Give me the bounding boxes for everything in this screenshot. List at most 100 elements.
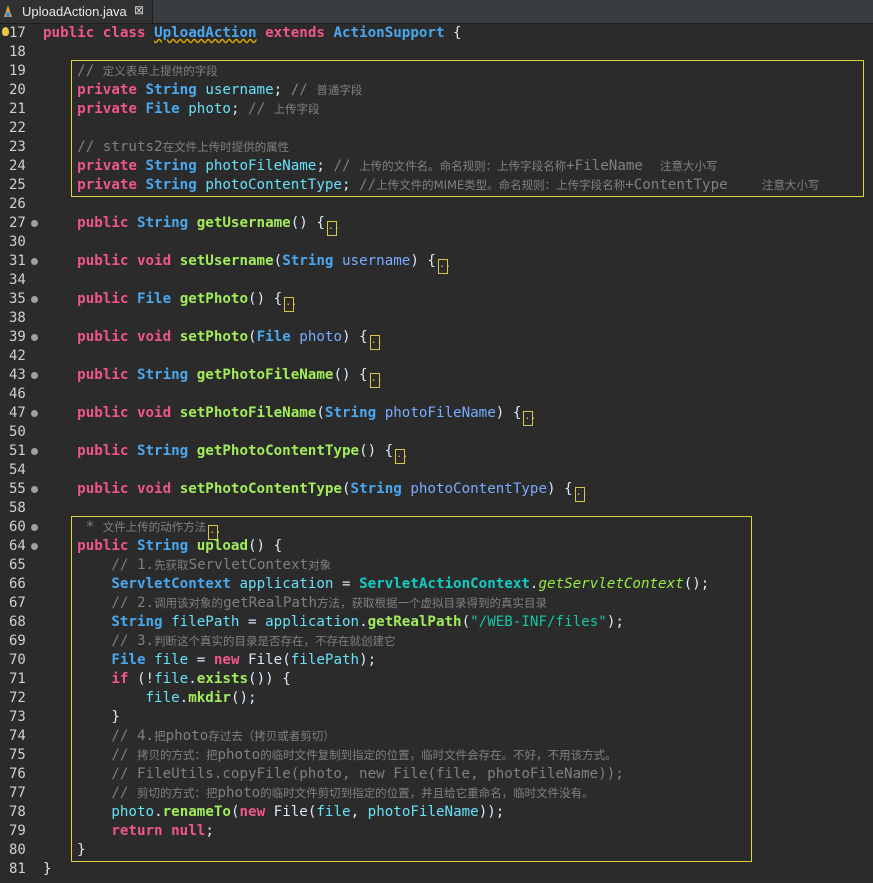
code-line[interactable]: ServletContext application = ServletActi… [43, 575, 709, 594]
code-line[interactable]: } [43, 708, 120, 727]
comment-text: 判断这个真实的目录是否存在，不存在就创建它 [154, 634, 396, 648]
code-token: . [179, 690, 189, 706]
code-line[interactable]: File file = new File(filePath); [43, 651, 376, 670]
fold-toggle-icon[interactable] [31, 296, 38, 303]
code-token: public [77, 367, 129, 383]
code-token: File [136, 291, 172, 307]
code-token: // [282, 82, 317, 98]
code-line[interactable]: * 文件上传的动作方法.. [43, 518, 221, 540]
code-line[interactable]: private String photoContentType; //上传文件的… [43, 176, 819, 195]
code-area[interactable]: public class UploadAction extends Action… [43, 24, 873, 883]
code-token: getServletContext [538, 576, 684, 592]
code-token: +ContentType [625, 177, 762, 193]
lightbulb-icon[interactable] [2, 27, 9, 36]
collapsed-code-icon[interactable]: .. [326, 221, 340, 236]
fold-toggle-icon[interactable] [31, 334, 38, 341]
code-token: photoFileName [205, 158, 317, 174]
line-number: 80 [9, 842, 26, 858]
code-line[interactable]: // 定义表单上提供的字段 [43, 62, 218, 81]
code-token: void [136, 329, 172, 345]
code-token: File [111, 652, 146, 668]
code-token: filePath [290, 652, 360, 668]
code-line[interactable]: return null; [43, 822, 214, 841]
code-line[interactable]: public class UploadAction extends Action… [43, 24, 462, 43]
collapsed-code-icon[interactable]: .. [284, 297, 297, 312]
code-line[interactable]: public String getPhotoContentType() {.. [43, 442, 408, 464]
code-line[interactable]: public void setPhotoFileName(String phot… [43, 404, 536, 426]
fold-toggle-icon[interactable] [31, 258, 38, 265]
code-line[interactable]: } [43, 860, 52, 879]
code-line[interactable]: public String upload() { [43, 537, 282, 556]
line-number: 69 [9, 633, 26, 649]
code-line[interactable]: // FileUtils.copyFile(photo, new File(fi… [43, 765, 624, 784]
code-token: void [136, 253, 172, 269]
code-line[interactable]: } [43, 841, 86, 860]
code-token: } [111, 709, 120, 725]
code-token: public [77, 329, 129, 345]
code-token: ( [230, 804, 240, 820]
code-token: = [333, 576, 360, 592]
collapsed-code-icon[interactable]: .. [369, 335, 383, 350]
tab-upload-action-java[interactable]: UploadAction.java ⊠ [0, 0, 153, 23]
code-line[interactable]: public File getPhoto() {.. [43, 290, 297, 312]
code-line[interactable]: public void setPhotoContentType(String p… [43, 480, 588, 502]
code-line[interactable]: file.mkdir(); [43, 689, 257, 708]
code-token: getRealPath [223, 595, 318, 611]
code-token: private [77, 177, 137, 193]
line-number: 79 [9, 823, 26, 839]
code-line[interactable]: public String getPhotoFileName() {.. [43, 366, 383, 388]
code-line[interactable]: private File photo; // 上传字段 [43, 100, 320, 119]
code-line[interactable]: // 1.先获取ServletContext对象 [43, 556, 331, 575]
code-line[interactable]: // 拷贝的方式：把photo的临时文件复制到指定的位置，临时文件会存在。不好，… [43, 746, 616, 765]
comment-text: 剪切的方式：把 [136, 786, 218, 800]
method-name: getPhotoFileName [196, 367, 334, 383]
code-token: void [136, 481, 172, 497]
code-token: * [77, 519, 103, 535]
code-line[interactable]: // 3.判断这个真实的目录是否存在，不存在就创建它 [43, 632, 396, 651]
line-number: 75 [9, 747, 26, 763]
fold-toggle-icon[interactable] [31, 220, 38, 227]
line-number: 65 [9, 557, 26, 573]
code-token: private [77, 101, 137, 117]
collapsed-code-icon[interactable]: .. [369, 373, 383, 388]
code-line[interactable]: public void setUsername(String username)… [43, 252, 451, 274]
code-token: public [77, 215, 129, 231]
code-token: File [239, 652, 283, 668]
fold-toggle-icon[interactable] [31, 372, 38, 379]
comment-text: 上传的文件名。命名规则：上传字段名称 [359, 159, 567, 173]
collapsed-code-icon[interactable]: .. [395, 449, 408, 464]
class-name: UploadAction [154, 25, 257, 41]
code-token: ; [273, 82, 283, 98]
code-line[interactable]: String filePath = application.getRealPat… [43, 613, 624, 632]
line-number: 73 [9, 709, 26, 725]
collapsed-code-icon[interactable]: .. [574, 487, 588, 502]
code-token: ; [341, 177, 351, 193]
code-token: String [145, 177, 197, 193]
code-line[interactable]: // 4.把photo存过去（拷贝或者剪切） [43, 727, 334, 746]
code-line[interactable]: // 2.调用该对象的getRealPath方法，获取根据一个虚拟目录得到的真实… [43, 594, 547, 613]
collapsed-code-icon[interactable]: .. [437, 259, 451, 274]
code-line[interactable]: private String photoFileName; // 上传的文件名。… [43, 157, 717, 176]
fold-toggle-icon[interactable] [31, 524, 38, 531]
code-token: () { [248, 291, 283, 307]
code-line[interactable]: // struts2在文件上传时提供的属性 [43, 138, 289, 157]
code-token: // 1. [111, 557, 155, 573]
line-number: 70 [9, 652, 26, 668]
code-editor[interactable]: 17 18 19 20 21 22 23 24 25 26 27 30 31 34 35 38 39 42 43 46… [0, 24, 873, 883]
code-line[interactable]: // 剪切的方式：把photo的临时文件剪切到指定的位置，并且给它重命名，临时文… [43, 784, 593, 803]
code-line[interactable]: if (!file.exists()) { [43, 670, 290, 689]
code-line[interactable]: photo.renameTo(new File(file, photoFileN… [43, 803, 504, 822]
code-line[interactable]: private String username; // 普通字段 [43, 81, 362, 100]
fold-toggle-icon[interactable] [31, 543, 38, 550]
code-line[interactable]: public void setPhoto(File photo) {.. [43, 328, 383, 350]
code-token: // FileUtils.copyFile(photo, new File(fi… [111, 766, 624, 782]
fold-toggle-icon[interactable] [31, 448, 38, 455]
fold-toggle-icon[interactable] [31, 410, 38, 417]
code-line[interactable]: public String getUsername() {.. [43, 214, 340, 236]
fold-toggle-icon[interactable] [31, 486, 38, 493]
code-token: ( [316, 405, 325, 421]
collapsed-code-icon[interactable]: .. [523, 411, 536, 426]
code-token: } [43, 861, 52, 877]
code-token: photoFileName [367, 804, 479, 820]
close-tab-icon[interactable]: ⊠ [134, 3, 144, 17]
